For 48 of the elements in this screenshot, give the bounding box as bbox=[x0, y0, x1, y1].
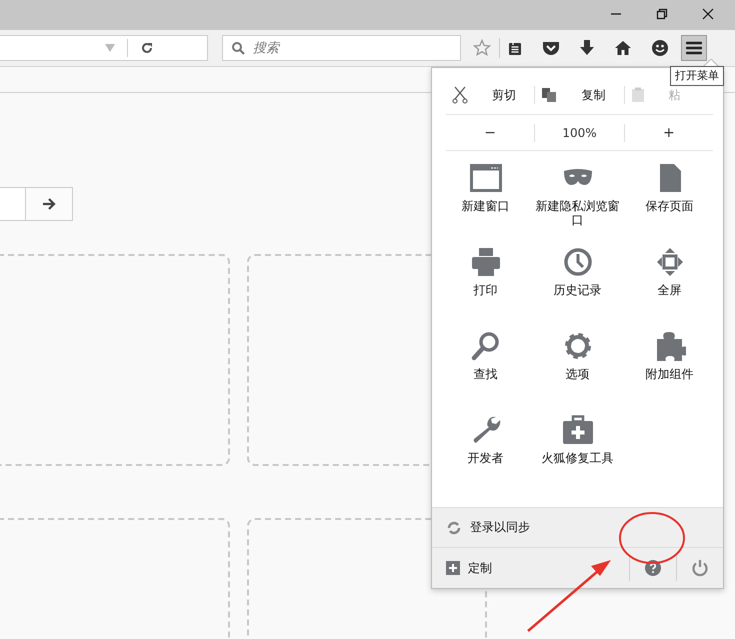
search-icon bbox=[231, 41, 245, 55]
copy-icon bbox=[541, 87, 558, 103]
star-icon[interactable] bbox=[473, 39, 491, 57]
search-input[interactable]: 搜索 bbox=[251, 40, 455, 56]
download-icon[interactable] bbox=[579, 39, 595, 57]
toolbox-icon bbox=[562, 415, 594, 445]
scissors-icon bbox=[452, 86, 468, 104]
copy-button[interactable]: 复制 bbox=[535, 86, 624, 104]
sync-icon bbox=[446, 520, 462, 536]
menu-item[interactable]: 保存页面 bbox=[624, 163, 714, 247]
clipboard-icon bbox=[630, 87, 645, 103]
input-field[interactable] bbox=[0, 187, 27, 221]
menu-item[interactable]: 新建窗口 bbox=[440, 163, 530, 247]
sync-button[interactable]: 登录以同步 bbox=[432, 507, 723, 547]
zoom-reset-button[interactable]: 100% bbox=[535, 124, 624, 140]
menu-item[interactable]: 选项 bbox=[532, 331, 622, 415]
smiley-icon[interactable] bbox=[651, 39, 669, 57]
arrow-icon bbox=[42, 197, 56, 211]
power-icon bbox=[691, 559, 709, 577]
zoom-out-button[interactable]: − bbox=[446, 124, 534, 142]
menu-item[interactable]: 开发者 bbox=[440, 415, 530, 499]
clock-icon bbox=[562, 247, 594, 277]
menu-item[interactable]: 全屏 bbox=[624, 247, 714, 331]
plus-icon bbox=[446, 561, 460, 575]
menu-item[interactable]: 新建隐私浏览窗口 bbox=[532, 163, 622, 247]
search-icon bbox=[470, 331, 502, 361]
help-icon bbox=[645, 560, 661, 576]
menu-item[interactable]: 火狐修复工具 bbox=[532, 415, 622, 499]
menu-button[interactable] bbox=[681, 35, 707, 61]
zoom-in-button[interactable]: + bbox=[624, 124, 713, 142]
printer-icon bbox=[470, 247, 502, 277]
menu-item[interactable]: 历史记录 bbox=[532, 247, 622, 331]
address-field[interactable] bbox=[0, 35, 208, 61]
annotation-circle bbox=[619, 512, 685, 564]
go-button[interactable] bbox=[25, 187, 73, 221]
reload-icon[interactable] bbox=[140, 41, 154, 55]
window-icon bbox=[470, 163, 502, 193]
cut-button[interactable]: 剪切 bbox=[446, 86, 534, 104]
menu-item[interactable]: 查找 bbox=[440, 331, 530, 415]
home-icon[interactable] bbox=[614, 40, 632, 56]
menu-icon bbox=[686, 41, 702, 55]
menu-item[interactable]: 附加组件 bbox=[624, 331, 714, 415]
bookmarks-icon[interactable] bbox=[507, 40, 523, 56]
search-field[interactable]: 搜索 bbox=[222, 35, 461, 61]
menu-item[interactable]: 打印 bbox=[440, 247, 530, 331]
pocket-icon[interactable] bbox=[542, 40, 560, 56]
close-icon[interactable] bbox=[702, 8, 714, 20]
restore-icon[interactable] bbox=[656, 8, 668, 20]
